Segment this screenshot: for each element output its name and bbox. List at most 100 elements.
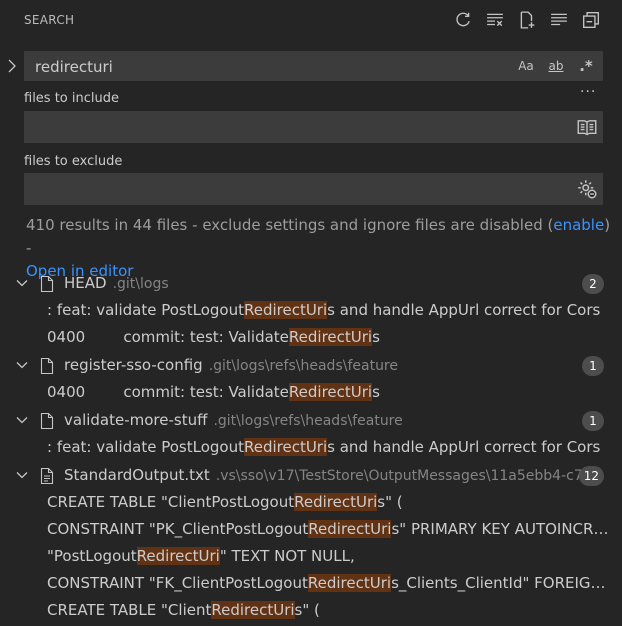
clear-results-icon[interactable] [484, 9, 506, 31]
results-summary: 410 results in 44 files - exclude settin… [26, 216, 554, 234]
file-path: .git\logs\refs\heads\feature [208, 358, 398, 374]
match-count-badge: 12 [578, 466, 604, 486]
new-search-editor-icon[interactable] [516, 9, 538, 31]
line-match-row[interactable]: CREATE TABLE "ClientRedirectUris" ( [0, 598, 622, 625]
exclude-field [24, 173, 603, 205]
match-text: 0400 commit: test: ValidateRedirectUris [47, 383, 613, 401]
search-box: Aa ab .* [24, 51, 603, 81]
view-as-tree-icon[interactable] [548, 9, 570, 31]
line-match-row[interactable]: CREATE TABLE "ClientPostLogoutRedirectUr… [0, 490, 622, 517]
file-name: HEAD .git\logs [64, 274, 169, 292]
match-count-badge: 1 [582, 411, 604, 431]
match-text: : feat: validate PostLogoutRedirectUris … [47, 301, 613, 319]
match-text: CREATE TABLE "ClientRedirectUris" ( [47, 601, 613, 619]
match-prefix: CREATE TABLE "Client [47, 601, 212, 619]
header-actions [452, 9, 602, 31]
file-name-text: validate-more-stuff [64, 411, 208, 429]
file-path: .git\logs\refs\heads\feature [213, 413, 403, 429]
match-case-toggle[interactable]: Aa [513, 55, 539, 77]
whole-word-toggle[interactable]: ab [543, 55, 569, 77]
match-count-badge: 2 [582, 274, 604, 294]
file-match-row[interactable]: HEAD .git\logs 2 [0, 270, 622, 298]
match-suffix: s" ( [294, 601, 320, 619]
match-prefix: : feat: validate PostLogout [47, 438, 244, 456]
match-suffix: s" PRIMARY KEY AUTOINCREM... [391, 520, 613, 538]
match-highlight: RedirectUri [243, 438, 328, 456]
line-match-row[interactable]: 0400 commit: test: ValidateRedirectUris [0, 380, 622, 407]
line-match-row[interactable]: CONSTRAINT "FK_ClientPostLogoutRedirectU… [0, 571, 622, 598]
match-suffix: s and handle AppUrl correct for Cors [327, 438, 601, 456]
line-match-row[interactable]: : feat: validate PostLogoutRedirectUris … [0, 435, 622, 462]
file-path: .vs\sso\v17\TestStore\OutputMessages\11a… [215, 468, 605, 484]
results-tree: HEAD .git\logs 2 : feat: validate PostLogou… [0, 270, 622, 625]
text-file-icon [39, 467, 55, 485]
line-match-row[interactable]: "PostLogoutRedirectUri" TEXT NOT NULL, [0, 544, 622, 571]
file-name: register-sso-config .git\logs\refs\heads\… [64, 356, 398, 374]
match-count-badge: 1 [582, 356, 604, 376]
file-icon [39, 275, 55, 293]
match-suffix: s [372, 383, 380, 401]
line-match-row[interactable]: 0400 commit: test: ValidateRedirectUris [0, 325, 622, 352]
match-prefix: CONSTRAINT "PK_ClientPostLogout [47, 520, 309, 538]
chevron-down-icon[interactable] [15, 276, 29, 290]
file-name-text: HEAD [64, 274, 107, 292]
file-match-row[interactable]: StandardOutput.txt .vs\sso\v17\TestStore\… [0, 462, 622, 490]
search-input[interactable] [33, 56, 507, 78]
match-prefix: 0400 commit: test: Validate [47, 328, 289, 346]
match-text: CREATE TABLE "ClientPostLogoutRedirectUr… [47, 493, 613, 511]
file-name: validate-more-stuff .git\logs\refs\heads\… [64, 411, 403, 429]
search-view-header: SEARCH [0, 0, 622, 42]
match-text: 0400 commit: test: ValidateRedirectUris [47, 328, 613, 346]
file-name: StandardOutput.txt .vs\sso\v17\TestStore\… [64, 466, 605, 484]
file-name-text: register-sso-config [64, 356, 203, 374]
match-highlight: RedirectUri [211, 601, 295, 619]
include-field [24, 111, 603, 143]
exclude-settings-gear-icon[interactable] [577, 179, 597, 199]
match-highlight: RedirectUri [308, 520, 392, 538]
match-highlight: RedirectUri [136, 547, 220, 565]
match-prefix: CONSTRAINT "FK_ClientPostLogout [47, 574, 308, 592]
match-prefix: 0400 commit: test: Validate [47, 383, 289, 401]
line-match-row[interactable]: CONSTRAINT "PK_ClientPostLogoutRedirectU… [0, 517, 622, 544]
regex-toggle[interactable]: .* [573, 55, 599, 77]
match-highlight: RedirectUri [243, 301, 328, 319]
whole-word-label: ab [548, 59, 564, 73]
collapse-all-icon[interactable] [580, 9, 602, 31]
refresh-icon[interactable] [452, 9, 474, 31]
match-suffix: s [372, 328, 380, 346]
match-highlight: RedirectUri [294, 493, 378, 511]
line-match-row[interactable]: : feat: validate PostLogoutRedirectUris … [0, 298, 622, 325]
search-options: Aa ab .* [513, 55, 599, 77]
toggle-search-details-icon[interactable]: ··· [580, 84, 596, 100]
match-suffix: s_Clients_ClientId" FOREIGN KE... [391, 574, 613, 592]
match-suffix: s" ( [377, 493, 403, 511]
chevron-down-icon[interactable] [15, 413, 29, 427]
match-text: "PostLogoutRedirectUri" TEXT NOT NULL, [47, 547, 613, 565]
book-icon[interactable] [577, 117, 597, 137]
file-path: .git\logs [112, 276, 169, 292]
exclude-input[interactable] [32, 179, 556, 201]
enable-link[interactable]: enable [553, 216, 604, 234]
match-suffix: " TEXT NOT NULL, [219, 547, 355, 565]
match-highlight: RedirectUri [307, 574, 392, 592]
toggle-replace-chevron-icon[interactable] [4, 56, 20, 76]
match-prefix: : feat: validate PostLogout [47, 301, 244, 319]
file-name-text: StandardOutput.txt [64, 466, 210, 484]
exclude-label: files to exclude [24, 154, 123, 169]
match-highlight: RedirectUri [288, 383, 373, 401]
include-input[interactable] [32, 117, 556, 139]
match-highlight: RedirectUri [288, 328, 373, 346]
match-text: CONSTRAINT "PK_ClientPostLogoutRedirectU… [47, 520, 613, 538]
match-text: CONSTRAINT "FK_ClientPostLogoutRedirectU… [47, 574, 613, 592]
match-prefix: CREATE TABLE "ClientPostLogout [47, 493, 295, 511]
match-prefix: "PostLogout [47, 547, 137, 565]
include-label: files to include [24, 91, 119, 106]
file-match-row[interactable]: register-sso-config .git\logs\refs\heads\… [0, 352, 622, 380]
file-icon [39, 412, 55, 430]
match-suffix: s and handle AppUrl correct for Cors [327, 301, 601, 319]
chevron-down-icon[interactable] [15, 358, 29, 372]
view-title: SEARCH [24, 13, 75, 27]
match-text: : feat: validate PostLogoutRedirectUris … [47, 438, 613, 456]
chevron-down-icon[interactable] [15, 468, 29, 482]
file-match-row[interactable]: validate-more-stuff .git\logs\refs\heads\… [0, 407, 622, 435]
